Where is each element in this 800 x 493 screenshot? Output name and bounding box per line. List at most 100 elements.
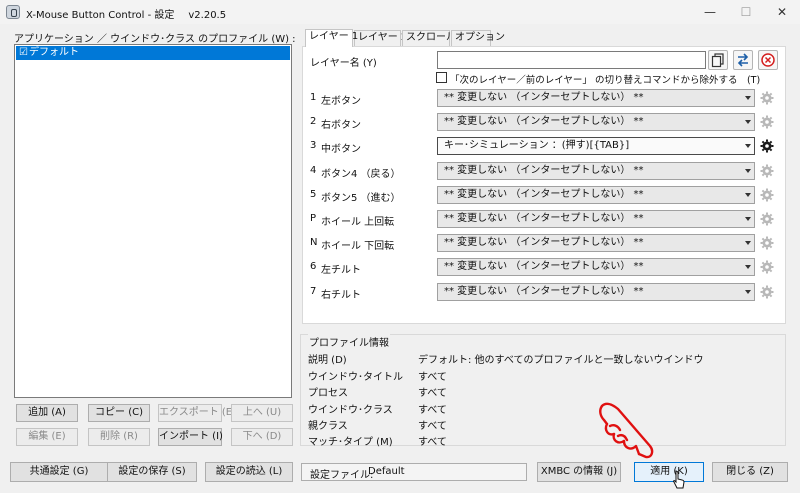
copy-button[interactable]: コピー (C)	[88, 404, 150, 422]
button-action-dropdown[interactable]: ** 変更しない （インターセプトしない） **	[437, 89, 755, 107]
profiles-label: アプリケーション ／ ウインドウ･クラス のプロファイル (W) :	[14, 34, 296, 45]
gear-icon[interactable]	[760, 212, 774, 226]
profile-list[interactable]: ☑デフォルト	[14, 44, 292, 398]
dropdown-value: ** 変更しない （インターセプトしない） **	[444, 165, 644, 176]
title-bar: X-Mouse Button Control - 設定 v2.20.5 — ☐ ✕	[0, 0, 800, 24]
exclude-layer-checkbox[interactable]	[436, 72, 447, 83]
button-key: 2	[310, 116, 317, 127]
button-action-dropdown[interactable]: ** 変更しない （インターセプトしない） **	[437, 234, 755, 252]
button-action-dropdown[interactable]: ** 変更しない （インターセプトしない） **	[437, 186, 755, 204]
save-settings-button[interactable]: 設定の保存 (S)	[107, 462, 197, 482]
edit-button[interactable]: 編集 (E)	[16, 428, 78, 446]
export-button[interactable]: エクスポート (E)	[158, 404, 236, 422]
chevron-down-icon	[745, 96, 751, 100]
mouse-cursor-icon	[673, 470, 685, 489]
button-label: 右チルト	[321, 290, 361, 301]
chevron-down-icon	[745, 169, 751, 173]
button-action-dropdown[interactable]: ** 変更しない （インターセプトしない） **	[437, 210, 755, 228]
button-key: 7	[310, 286, 317, 297]
chevron-down-icon	[745, 193, 751, 197]
dropdown-value: ** 変更しない （インターセプトしない） **	[444, 116, 644, 127]
swap-layer-icon[interactable]	[733, 50, 753, 70]
button-action-dropdown[interactable]: ** 変更しない （インターセプトしない） **	[437, 283, 755, 301]
chevron-down-icon	[745, 265, 751, 269]
button-action-dropdown[interactable]: キー･シミュレーション ：(押す)[{TAB}]	[437, 137, 755, 155]
chevron-down-icon	[745, 241, 751, 245]
apply-button[interactable]: 適用 (K)	[634, 462, 704, 482]
button-label: 左ボタン	[321, 96, 361, 107]
dropdown-value: ** 変更しない （インターセプトしない） **	[444, 286, 644, 297]
import-button[interactable]: インポート (I)	[158, 428, 223, 446]
tab-layer-1[interactable]: レイヤー 1	[305, 29, 358, 47]
info-value: すべて	[418, 421, 447, 432]
chevron-down-icon	[745, 290, 751, 294]
button-label: 左チルト	[321, 265, 361, 276]
button-label: ボタン5 （進む）	[321, 193, 401, 204]
mouse-app-icon	[6, 5, 20, 19]
minimize-button[interactable]: —	[692, 0, 728, 24]
dropdown-value: ** 変更しない （インターセプトしない） **	[444, 189, 644, 200]
info-label: 説明 (D)	[308, 355, 347, 366]
layer-name-label: レイヤー名 (Y)	[310, 58, 377, 69]
button-key: P	[310, 213, 317, 224]
dropdown-value: ** 変更しない （インターセプトしない） **	[444, 92, 644, 103]
load-settings-button[interactable]: 設定の読込 (L)	[205, 462, 293, 482]
chevron-down-icon	[745, 144, 751, 148]
button-action-dropdown[interactable]: ** 変更しない （インターセプトしない） **	[437, 162, 755, 180]
info-label: 親クラス	[308, 421, 348, 432]
gear-icon[interactable]	[760, 139, 774, 153]
settings-file-label: 設定ファイル:	[310, 470, 374, 481]
move-up-button[interactable]: 上へ (U)	[231, 404, 293, 422]
settings-file-value: Default	[368, 466, 405, 477]
profile-info-group: プロファイル情報 説明 (D) デフォルト: 他のすべてのプロファイルと一致しな…	[300, 334, 786, 448]
gear-icon[interactable]	[760, 115, 774, 129]
info-value: すべて	[418, 388, 447, 399]
tab-layer-2[interactable]: レイヤー 2	[354, 30, 407, 46]
info-label: マッチ･タイプ (M)	[308, 437, 393, 448]
layer-name-input[interactable]	[437, 51, 706, 69]
delete-button[interactable]: 削除 (R)	[88, 428, 150, 446]
button-action-dropdown[interactable]: ** 変更しない （インターセプトしない） **	[437, 258, 755, 276]
info-label: ウインドウ･クラス	[308, 405, 393, 416]
button-action-dropdown[interactable]: ** 変更しない （インターセプトしない） **	[437, 113, 755, 131]
gear-icon[interactable]	[760, 188, 774, 202]
dropdown-value: キー･シミュレーション ：(押す)[{TAB}]	[444, 140, 630, 151]
button-key: 3	[310, 140, 317, 151]
info-value: デフォルト: 他のすべてのプロファイルと一致しないウインドウ	[418, 355, 704, 366]
add-button[interactable]: 追加 (A)	[16, 404, 78, 422]
gear-icon[interactable]	[760, 164, 774, 178]
button-label: 中ボタン	[321, 144, 361, 155]
button-label: 右ボタン	[321, 120, 361, 131]
window-title: X-Mouse Button Control - 設定 v2.20.5	[26, 6, 226, 21]
check-icon[interactable]: ☑	[19, 46, 28, 60]
info-value: すべて	[418, 437, 447, 448]
profile-info-title: プロファイル情報	[308, 334, 390, 349]
gear-icon[interactable]	[760, 236, 774, 250]
layer-panel: レイヤー名 (Y) 「次のレイヤー／前のレイヤー」 の切り替えコマンドから除外す…	[302, 46, 786, 324]
button-key: N	[310, 237, 318, 248]
gear-icon[interactable]	[760, 285, 774, 299]
window-title-text: X-Mouse Button Control - 設定	[26, 10, 175, 21]
exclude-layer-label: 「次のレイヤー／前のレイヤー」 の切り替えコマンドから除外する (T)	[450, 75, 761, 86]
close-button[interactable]: 閉じる (Z)	[712, 462, 788, 482]
move-down-button[interactable]: 下へ (D)	[231, 428, 293, 446]
info-label: ウインドウ･タイトル	[308, 372, 403, 383]
about-button[interactable]: XMBC の情報 (J)	[537, 462, 621, 482]
copy-layer-icon[interactable]	[708, 50, 728, 70]
info-label: プロセス	[308, 388, 348, 399]
info-value: すべて	[418, 405, 447, 416]
gear-icon[interactable]	[760, 91, 774, 105]
info-value: すべて	[418, 372, 447, 383]
tab-scroll[interactable]: スクロール	[402, 30, 456, 46]
button-key: 4	[310, 165, 317, 176]
settings-file-field: 設定ファイル: Default	[301, 463, 527, 481]
button-key: 1	[310, 92, 317, 103]
gear-icon[interactable]	[760, 260, 774, 274]
common-settings-button[interactable]: 共通設定 (G)	[10, 462, 108, 482]
tab-options[interactable]: オプション	[451, 30, 505, 46]
delete-layer-icon[interactable]	[758, 50, 778, 70]
chevron-down-icon	[745, 120, 751, 124]
button-label: ホイール 上回転	[321, 217, 395, 228]
profile-item-default[interactable]: ☑デフォルト	[16, 46, 290, 60]
close-window-button[interactable]: ✕	[764, 0, 800, 24]
